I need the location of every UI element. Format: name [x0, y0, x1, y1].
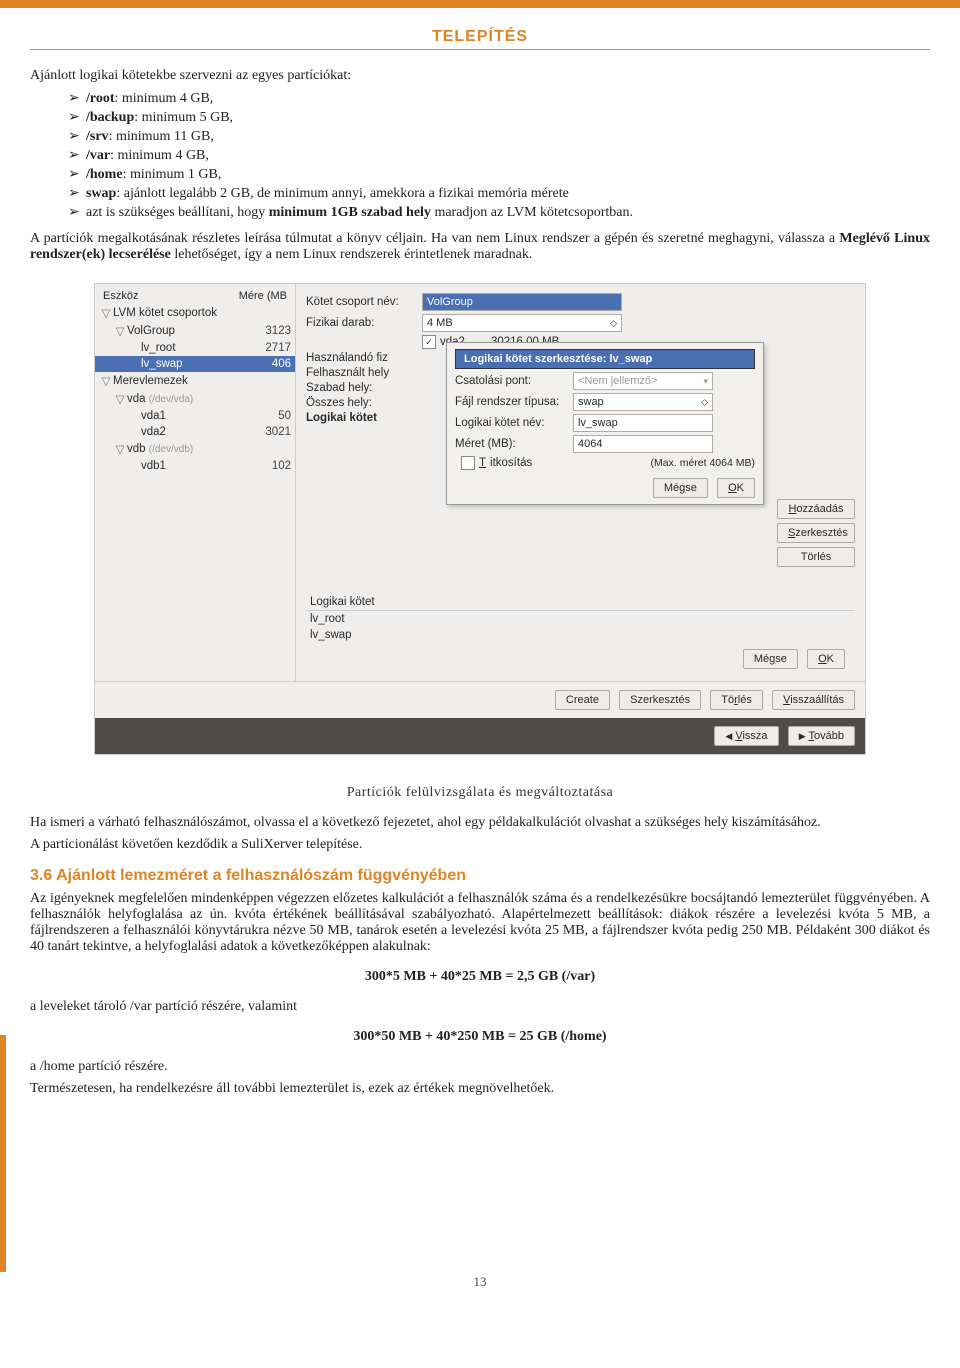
- vgname-input[interactable]: VolGroup: [422, 293, 622, 311]
- device-tree-row[interactable]: lv_root2717: [95, 340, 295, 356]
- arrow-icon: ➢: [68, 90, 86, 107]
- page-number: 13: [0, 1274, 960, 1290]
- section-heading: 3.6 Ajánlott lemezméret a felhasználószá…: [30, 867, 930, 885]
- arrow-icon: ➢: [68, 166, 86, 183]
- device-tree-row[interactable]: lv_swap406: [95, 356, 295, 372]
- device-tree-row[interactable]: vda150: [95, 408, 295, 424]
- vg-cancel-button[interactable]: Mégse: [743, 649, 798, 669]
- paragraph: a /home partíció részére.: [30, 1059, 930, 1075]
- edit2-button[interactable]: Szerkesztés: [619, 690, 701, 710]
- back-icon: ◀: [725, 731, 732, 741]
- device-tree-row[interactable]: vdb1102: [95, 458, 295, 474]
- installer-screenshot: Eszköz Mére (MB ▽LVM kötet csoportok▽Vol…: [94, 283, 866, 755]
- dialog-ok-button[interactable]: OK: [717, 478, 755, 498]
- list-item: ➢/home: minimum 1 GB,: [30, 166, 930, 183]
- fstype-select[interactable]: swap◇: [573, 393, 713, 411]
- col-size: Mére (MB: [239, 290, 287, 302]
- pe-select[interactable]: 4 MB◇: [422, 314, 622, 332]
- device-tree-row[interactable]: ▽vdb (/dev/vdb): [95, 440, 295, 458]
- vg-ok-button[interactable]: OK: [807, 649, 845, 669]
- list-item: ➢swap: ajánlott legalább 2 GB, de minimu…: [30, 185, 930, 202]
- used-label: Felhasznált hely: [306, 367, 416, 379]
- formula-home: 300*50 MB + 40*250 MB = 25 GB (/home): [30, 1029, 930, 1045]
- reset-button[interactable]: Visszaállítás: [772, 690, 855, 710]
- page-header: TELEPÍTÉS: [30, 28, 930, 50]
- lv-list-header: Logikai kötet: [306, 594, 855, 611]
- list-item: ➢azt is szükséges beállítani, hogy minim…: [30, 204, 930, 221]
- arrow-icon: ➢: [68, 185, 86, 202]
- figure-caption: Partíciók felülvizsgálata és megváltozta…: [30, 785, 930, 801]
- device-tree-row[interactable]: ▽Merevlemezek: [95, 372, 295, 390]
- vg-editor-panel: Kötet csoport név: VolGroup Fizikai dara…: [296, 284, 865, 681]
- mount-label: Csatolási pont:: [455, 375, 567, 387]
- dialog-cancel-button[interactable]: Mégse: [653, 478, 708, 498]
- list-item: ➢/var: minimum 4 GB,: [30, 147, 930, 164]
- free-label: Szabad hely:: [306, 382, 416, 394]
- device-tree-panel: Eszköz Mére (MB ▽LVM kötet csoportok▽Vol…: [95, 284, 296, 681]
- dropdown-icon: ◇: [701, 397, 708, 408]
- edit-button[interactable]: Szerkesztés: [777, 523, 855, 543]
- create-button[interactable]: Create: [555, 690, 610, 710]
- usephys-label: Használandó fiz: [306, 352, 416, 364]
- arrow-icon: ➢: [68, 128, 86, 145]
- next-icon: ▶: [799, 731, 806, 741]
- lv-heading: Logikai kötet: [306, 412, 416, 424]
- arrow-icon: ➢: [68, 204, 86, 221]
- lv-list-item[interactable]: lv_root: [306, 611, 855, 627]
- lvname-input[interactable]: lv_swap: [573, 414, 713, 432]
- device-tree-row[interactable]: ▽vda (/dev/vda): [95, 390, 295, 408]
- list-item: ➢/srv: minimum 11 GB,: [30, 128, 930, 145]
- paragraph: A partíciók megalkotásának részletes leí…: [30, 231, 930, 263]
- intro-paragraph: Ajánlott logikai kötetekbe szervezni az …: [30, 68, 930, 84]
- delete-button[interactable]: Törlés: [777, 547, 855, 567]
- vgname-label: Kötet csoport név:: [306, 296, 416, 308]
- pe-label: Fizikai darab:: [306, 317, 416, 329]
- paragraph: Az igényeknek megfelelően mindenképpen v…: [30, 891, 930, 955]
- dropdown-icon: ◇: [610, 318, 617, 329]
- mount-select[interactable]: <Nem jellemző>▾: [573, 372, 713, 390]
- arrow-icon: ➢: [68, 109, 86, 126]
- encrypt-checkbox[interactable]: Titkosítás: [461, 456, 532, 470]
- lvname-label: Logikai kötet név:: [455, 417, 567, 429]
- list-item: ➢/root: minimum 4 GB,: [30, 90, 930, 107]
- spec-list: ➢/root: minimum 4 GB, ➢/backup: minimum …: [30, 90, 930, 221]
- formula-var: 300*5 MB + 40*25 MB = 2,5 GB (/var): [30, 969, 930, 985]
- arrow-icon: ➢: [68, 147, 86, 164]
- paragraph: Természetesen, ha rendelkezésre áll tová…: [30, 1081, 930, 1097]
- lv-edit-dialog: Logikai kötet szerkesztése: lv_swap Csat…: [446, 342, 764, 505]
- total-label: Összes hely:: [306, 397, 416, 409]
- max-size-hint: (Max. méret 4064 MB): [651, 457, 755, 469]
- dropdown-icon: ▾: [703, 376, 708, 387]
- dialog-title: Logikai kötet szerkesztése: lv_swap: [455, 349, 755, 369]
- lv-list-item[interactable]: lv_swap: [306, 627, 855, 643]
- paragraph: A partícionálást követően kezdődik a Sul…: [30, 837, 930, 853]
- delete2-button[interactable]: Törlés: [710, 690, 763, 710]
- next-button[interactable]: ▶ Tovább: [788, 726, 855, 746]
- size-label: Méret (MB):: [455, 438, 567, 450]
- top-accent-rule: [0, 0, 960, 8]
- back-button[interactable]: ◀ Vissza: [714, 726, 778, 746]
- side-accent-rule: [0, 1035, 6, 1272]
- device-tree-row[interactable]: ▽LVM kötet csoportok: [95, 304, 295, 322]
- device-tree-row[interactable]: ▽VolGroup3123: [95, 322, 295, 340]
- fstype-label: Fájl rendszer típusa:: [455, 396, 567, 408]
- paragraph: Ha ismeri a várható felhasználószámot, o…: [30, 815, 930, 831]
- col-device: Eszköz: [103, 290, 239, 302]
- list-item: ➢/backup: minimum 5 GB,: [30, 109, 930, 126]
- size-input[interactable]: 4064: [573, 435, 713, 453]
- add-button[interactable]: Hozzáadás: [777, 499, 855, 519]
- paragraph: a leveleket tároló /var partíció részére…: [30, 999, 930, 1015]
- device-tree-row[interactable]: vda23021: [95, 424, 295, 440]
